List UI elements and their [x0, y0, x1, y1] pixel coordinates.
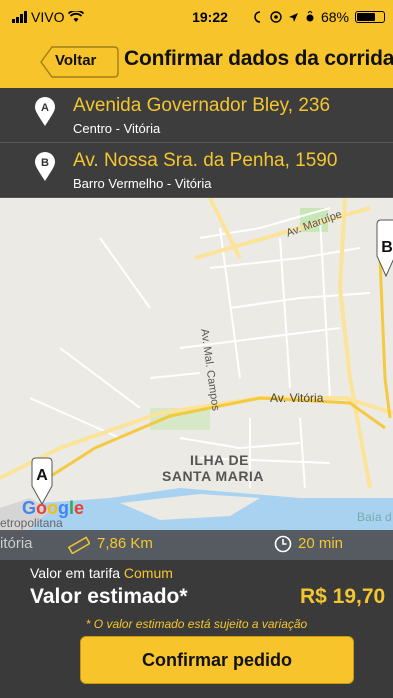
estimate-label: Valor estimado* — [30, 585, 188, 608]
map-label-baia: Baía d — [357, 510, 392, 524]
status-right: 68% — [254, 9, 385, 25]
signal-icon — [12, 11, 27, 23]
status-time: 19:22 — [192, 9, 228, 25]
trip-info-strip: itória 7,86 Km 20 min — [0, 530, 393, 560]
alarm-icon — [254, 11, 261, 23]
status-bar: VIVO 19:22 68% — [0, 0, 393, 34]
at-icon — [270, 11, 282, 23]
screen: VIVO 19:22 68% Voltar Confirmar dados da… — [0, 0, 393, 698]
google-logo-o1: o — [36, 498, 48, 518]
destination-street: Av. Nossa Sra. da Penha, 1590 — [73, 150, 338, 171]
marker-b-letter: B — [41, 157, 49, 169]
trip-duration: 20 min — [298, 535, 344, 552]
location-arrow-icon — [288, 12, 298, 22]
clock-icon — [274, 535, 292, 553]
destination-district: Barro Vermelho - Vitória — [73, 176, 212, 191]
battery-percent: 68% — [320, 9, 349, 25]
map-main-roads — [0, 198, 393, 489]
carrier-label: VIVO — [31, 9, 65, 25]
map-marker-a-letter: A — [36, 467, 48, 484]
ruler-icon — [68, 536, 90, 554]
origin-address-row[interactable]: A Avenida Governador Bley, 236 Centro - … — [0, 88, 393, 143]
tariff-prefix: Valor em tarifa — [30, 565, 120, 581]
route-line — [378, 257, 392, 419]
wifi-icon — [68, 11, 85, 22]
map-label-ilha-1: ILHA DE — [190, 452, 249, 468]
nav-bar: Voltar Confirmar dados da corrida — [0, 34, 393, 88]
marker-b-icon: B — [35, 152, 55, 181]
marker-a-letter: A — [41, 102, 49, 114]
origin-street: Avenida Governador Bley, 236 — [73, 95, 331, 116]
map-marker-b-letter: B — [381, 239, 393, 256]
estimate-disclaimer: * O valor estimado está sujeito a variaç… — [85, 617, 308, 631]
map-label-av-vitoria: Av. Vitória — [270, 391, 324, 405]
estimate-value: R$ 19,70 — [300, 585, 386, 608]
tariff-name[interactable]: Comum — [124, 565, 173, 581]
battery-icon — [355, 11, 385, 23]
bluetooth-icon — [306, 11, 314, 22]
trip-distance: 7,86 Km — [97, 535, 153, 552]
google-logo-g: G — [22, 498, 37, 518]
marker-a-icon: A — [35, 97, 55, 126]
map-label-ilha-2: SANTA MARIA — [162, 468, 264, 484]
back-button-label: Voltar — [55, 52, 97, 69]
battery-fill — [357, 13, 375, 21]
destination-address-row[interactable]: B Av. Nossa Sra. da Penha, 1590 Barro Ve… — [0, 143, 393, 198]
page-title: Confirmar dados da corrida — [124, 47, 393, 70]
route-map[interactable]: Av. Maruípe Av. Mal. Campos Av. Vitória … — [0, 198, 393, 560]
back-button[interactable]: Voltar — [40, 46, 119, 78]
confirm-order-button[interactable]: Confirmar pedido — [80, 636, 354, 684]
tariff-line: Valor em tarifa Comum — [30, 565, 173, 581]
google-logo-g2: g — [58, 498, 70, 518]
origin-district: Centro - Vitória — [73, 121, 161, 136]
status-left: VIVO — [12, 9, 132, 25]
google-logo-e: e — [74, 498, 85, 518]
pricing-panel: Valor em tarifa Comum Valor estimado* R$… — [0, 560, 393, 698]
google-logo-o2: o — [47, 498, 59, 518]
google-logo: Google — [22, 498, 84, 519]
map-label-vitoria-partial: itória — [0, 535, 33, 552]
map-marker-b-icon: B — [376, 219, 393, 278]
